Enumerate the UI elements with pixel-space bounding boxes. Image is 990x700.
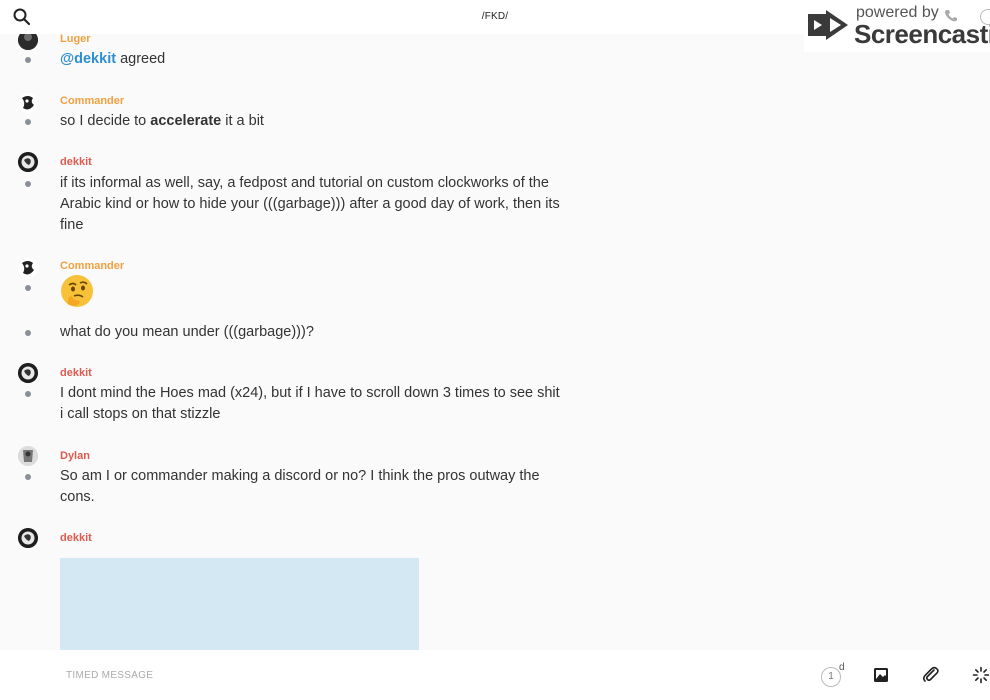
message-text-line: what do you mean under (((garbage)))? <box>60 324 314 340</box>
message-text-line: i call stops on that stizzle <box>60 406 221 422</box>
avatar[interactable] <box>18 152 38 172</box>
message-text-part: agreed <box>120 51 166 67</box>
message-dot <box>25 391 31 397</box>
image-attachment[interactable] <box>60 558 419 650</box>
timer-unit: d <box>839 662 845 673</box>
message-text-line: fine <box>60 217 84 233</box>
message-author[interactable]: Dylan <box>60 450 90 462</box>
message-text-part: so I decide to <box>60 113 151 129</box>
avatar[interactable] <box>18 446 38 466</box>
message-author[interactable]: dekkit <box>60 367 92 379</box>
info-icon[interactable] <box>980 9 990 25</box>
message-text-line: if its informal as well, say, a fedpost … <box>60 175 549 191</box>
image-upload-icon[interactable] <box>873 667 889 688</box>
user-mention[interactable]: @dekkit <box>60 51 116 67</box>
message-text-bold: accelerate <box>150 113 222 129</box>
avatar[interactable] <box>18 258 38 278</box>
message-list: Luger @dekkit agreed Commander so I deci… <box>0 0 990 650</box>
screencastify-logo-icon <box>808 8 852 49</box>
message-dot <box>25 181 31 187</box>
message-author[interactable]: dekkit <box>60 532 92 544</box>
message-text-part: it a bit <box>221 113 264 129</box>
message-dot <box>25 330 31 336</box>
message-dot <box>25 474 31 480</box>
watermark-brand-text: Screencastify <box>854 19 990 49</box>
message-text-line: Arabic kind or how to hide your (((garba… <box>60 196 560 212</box>
message-input[interactable] <box>66 670 666 681</box>
timer-button[interactable]: 1 d <box>820 662 846 687</box>
paperclip-icon[interactable] <box>922 666 940 689</box>
screencastify-watermark: powered by Screencastify <box>804 0 990 52</box>
avatar[interactable] <box>18 528 38 548</box>
message-text-line: So am I or commander making a discord or… <box>60 468 540 484</box>
message-dot <box>25 285 31 291</box>
phone-icon[interactable] <box>944 9 958 28</box>
timer-value: 1 <box>821 667 841 687</box>
message-text-line: I dont mind the Hoes mad (x24), but if I… <box>60 385 560 401</box>
message-text: @dekkit agreed <box>60 49 560 70</box>
message-author[interactable]: Commander <box>60 95 124 107</box>
message-dot <box>25 57 31 63</box>
composer-bar: 1 d <box>0 650 990 700</box>
avatar[interactable] <box>18 93 38 113</box>
avatar[interactable] <box>18 363 38 383</box>
message-author[interactable]: Commander <box>60 260 124 272</box>
loading-spinner-icon[interactable] <box>972 666 990 689</box>
message-author[interactable]: Luger <box>60 33 91 45</box>
message-author[interactable]: dekkit <box>60 156 92 168</box>
message-dot <box>25 119 31 125</box>
thinking-face-emoji <box>60 274 96 310</box>
message-text-line: cons. <box>60 489 95 505</box>
message-text: so I decide to accelerate it a bit <box>60 111 560 132</box>
